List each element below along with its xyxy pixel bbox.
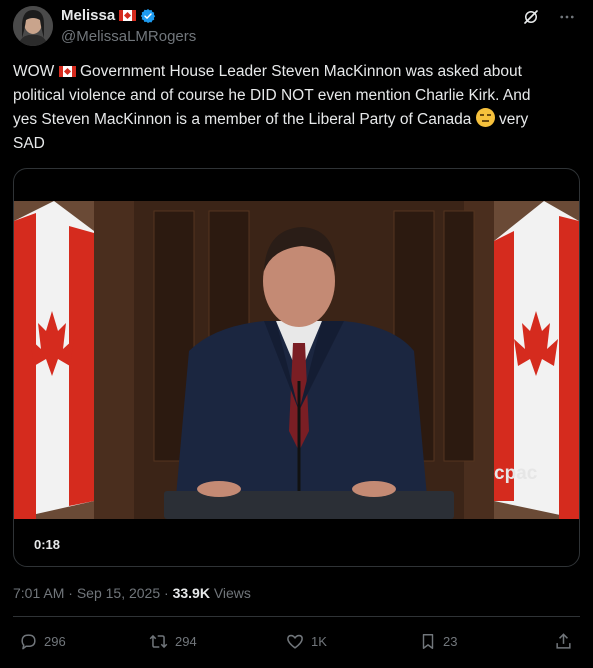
- repost-count: 294: [175, 634, 197, 649]
- tweet-text-line: yes Steven MacKinnon is a member of the …: [13, 108, 573, 132]
- share-icon: [556, 633, 571, 649]
- views-count: 33.9K: [172, 585, 210, 601]
- tweet-date[interactable]: Sep 15, 2025: [77, 585, 160, 601]
- heart-icon: [287, 634, 303, 649]
- author-name-row: Melissa: [61, 7, 156, 24]
- tweet-text-line: WOW Government House Leader Steven MacKi…: [13, 60, 573, 84]
- canada-flag-icon: [119, 10, 137, 21]
- views-label: Views: [213, 585, 251, 601]
- video-duration: 0:18: [34, 537, 61, 552]
- more-options-icon[interactable]: [558, 8, 576, 26]
- author-name[interactable]: Melissa: [61, 7, 115, 24]
- tweet-text-segment: WOW: [13, 63, 55, 80]
- tweet-header: Melissa @MelissaLMRogers: [13, 6, 580, 46]
- bookmark-button[interactable]: 23: [419, 632, 457, 651]
- unamused-face-emoji-icon: [475, 108, 495, 127]
- tweet-text-segment: Government House Leader Steven MacKinnon…: [79, 63, 522, 80]
- meta-separator: ·: [164, 585, 173, 601]
- cpac-watermark: cpac: [494, 463, 538, 484]
- video-frame[interactable]: cpac: [14, 201, 579, 519]
- meta-separator: ·: [68, 585, 77, 601]
- tweet-text-segment: very: [498, 111, 529, 128]
- reply-icon: [21, 634, 36, 650]
- tweet-meta: 7:01 AM · Sep 15, 2025 · 33.9K Views: [13, 585, 251, 601]
- bookmark-count: 23: [443, 634, 458, 649]
- author-handle[interactable]: @MelissaLMRogers: [61, 28, 196, 45]
- reply-count: 296: [44, 634, 66, 649]
- like-button[interactable]: 1K: [285, 632, 327, 651]
- tweet-text-line: political violence and of course he DID …: [13, 87, 531, 104]
- verified-badge-icon: [141, 8, 156, 23]
- grok-icon[interactable]: [522, 8, 540, 26]
- repost-icon: [149, 634, 168, 649]
- repost-button[interactable]: 294: [148, 632, 197, 651]
- video-player[interactable]: cpac 0:18: [13, 168, 580, 567]
- action-bar: 296 294 1K 23: [13, 632, 580, 658]
- tweet-time[interactable]: 7:01 AM: [13, 585, 64, 601]
- canada-flag-emoji-icon: [58, 66, 76, 78]
- avatar[interactable]: [13, 6, 53, 46]
- tweet-top-icons: [522, 8, 576, 26]
- tweet-text-line: SAD: [13, 135, 45, 152]
- tweet-text: WOW Government House Leader Steven MacKi…: [13, 60, 573, 156]
- tweet-text-segment: yes Steven MacKinnon is a member of the …: [13, 111, 472, 128]
- bookmark-icon: [422, 634, 434, 649]
- like-count: 1K: [311, 634, 327, 649]
- share-button[interactable]: [554, 632, 573, 651]
- reply-button[interactable]: 296: [19, 632, 66, 651]
- divider: [13, 616, 580, 617]
